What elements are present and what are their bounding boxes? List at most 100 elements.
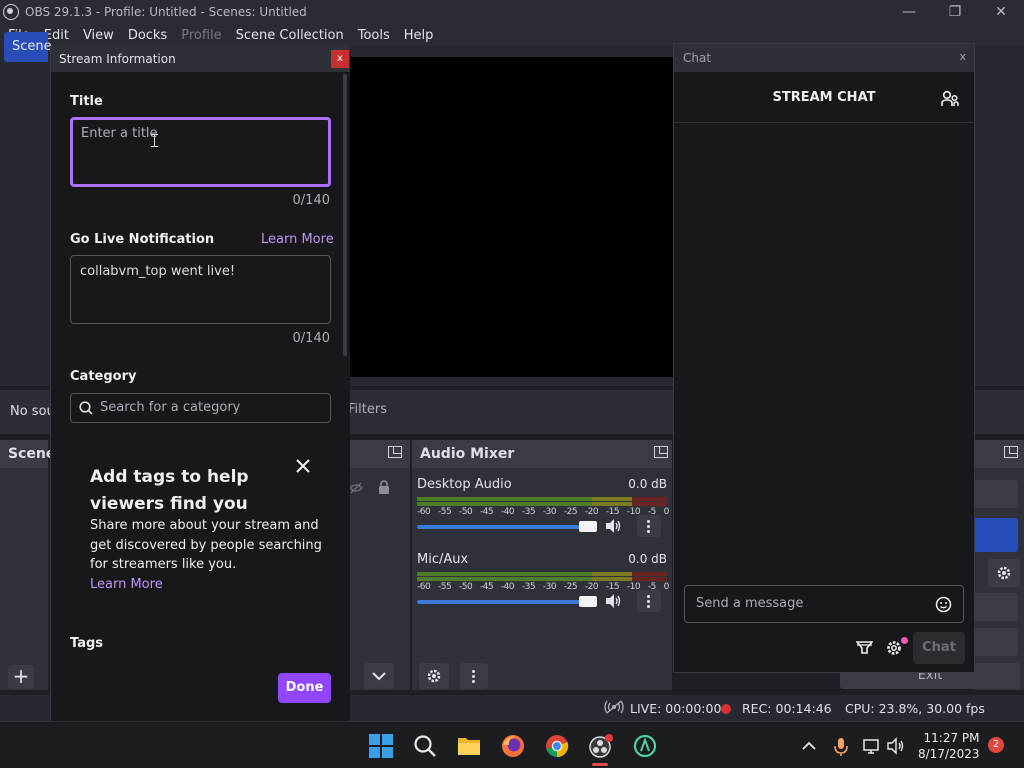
notification-label: Go Live Notification [70,232,215,247]
lock-icon[interactable] [378,480,390,494]
recording-settings-button[interactable] [988,559,1020,587]
windows-start-icon[interactable] [368,733,394,759]
filters-button[interactable]: Filters [348,402,387,417]
settings-badge [901,637,908,644]
start-streaming-button[interactable] [974,480,1018,508]
menu-scene-collection[interactable]: Scene Collection [236,28,344,43]
speaker-icon[interactable] [604,518,622,534]
mixer-menu-button[interactable] [460,663,488,689]
sources-float-icon[interactable] [388,446,402,458]
rec-timer: REC: 00:14:46 [742,701,832,716]
close-icon[interactable] [296,459,310,473]
notification-input[interactable]: collabvm_top went live! [70,255,331,324]
chrome-icon[interactable] [544,733,570,759]
stop-recording-button[interactable] [974,518,1018,552]
tick: -60 [417,582,431,592]
gear-icon [997,566,1011,580]
tick: -40 [500,507,515,517]
controls-float-icon[interactable] [1004,446,1018,458]
clock-time: 11:27 PM [923,731,980,745]
gear-icon [427,669,441,683]
chat-message-input[interactable]: Send a message [684,585,964,623]
chat-title-row: STREAM CHAT [674,72,974,123]
volume-slider[interactable] [417,600,581,604]
file-explorer-icon[interactable] [456,733,482,759]
tick: -60 [417,507,431,517]
volume-slider-handle[interactable] [579,596,597,607]
obs-logo-icon [3,4,19,20]
clock-date: 8/17/2023 [918,747,980,761]
mixer-channel-mic: Mic/Aux 0.0 dB -60 -55 -50 -45 -40 -35 -30 -25-… [417,552,669,612]
channel-menu-button[interactable] [637,515,661,537]
notification-badge[interactable]: 2 [988,737,1004,753]
channel-db: 0.0 dB [628,552,667,566]
search-icon [79,401,93,415]
broadcast-icon [604,700,624,714]
volume-slider[interactable] [417,525,581,529]
app-icon[interactable] [632,733,658,759]
virtual-camera-button[interactable] [974,593,1018,621]
scrollbar[interactable] [343,74,347,356]
category-search-input[interactable]: Search for a category [70,393,331,423]
firefox-icon[interactable] [500,733,526,759]
obs-taskbar-icon[interactable] [588,733,614,759]
title-bar: OBS 29.1.3 - Profile: Untitled - Scenes:… [0,0,1024,24]
tick: -25 [563,582,578,592]
stream-info-close-button[interactable]: x [331,50,349,68]
system-clock[interactable]: 11:27 PM 8/17/2023 [918,730,980,762]
add-scene-button[interactable]: + [8,665,34,689]
tick: -30 [542,507,557,517]
chat-send-button[interactable]: Chat [913,632,965,664]
channel-menu-button[interactable] [637,590,661,612]
title-input[interactable]: Enter a title [70,117,331,187]
menu-view[interactable]: View [83,28,114,43]
chat-close-button[interactable]: x [959,50,966,63]
scenes-dock: Scenes [0,440,64,690]
scene-list-item[interactable]: Scene [4,32,52,62]
tick: -50 [458,507,473,517]
emoji-icon[interactable] [935,596,952,613]
close-window-icon[interactable]: ✕ [978,0,1024,24]
live-timer: LIVE: 00:00:00 [630,701,722,716]
menu-tools[interactable]: Tools [358,28,390,43]
menu-help[interactable]: Help [404,28,434,43]
hidden-eye-icon[interactable] [349,482,363,494]
audio-mixer-float-icon[interactable] [654,446,668,458]
menu-profile[interactable]: Profile [181,28,221,43]
network-icon[interactable] [862,733,882,759]
chevron-up-icon[interactable] [800,733,818,759]
active-app-indicator [592,763,608,766]
community-users-icon[interactable] [941,90,959,108]
meter-ticks: -60 -55 -50 -45 -40 -35 -30 -25 -20 -15 -10 -5 0 [417,582,669,596]
maximize-icon[interactable]: ❐ [932,0,978,24]
sources-more-button[interactable] [364,663,394,689]
chevron-down-icon [372,672,386,681]
category-label: Category [70,369,137,384]
preview-canvas[interactable] [350,57,675,377]
text-cursor-icon [151,134,158,147]
chat-window-header: Chat x [674,44,974,72]
bits-icon[interactable] [856,640,873,655]
mixer-settings-button[interactable] [419,663,449,689]
studio-mode-button[interactable] [974,628,1018,656]
volume-icon[interactable] [886,733,906,759]
done-button[interactable]: Done [278,673,331,703]
tags-learn-more-link[interactable]: Learn More [90,577,163,592]
stream-info-header: Stream Information x [51,46,350,72]
search-icon[interactable] [412,733,438,759]
volume-slider-handle[interactable] [579,521,597,532]
tags-promo-text: Share more about your stream and get dis… [90,518,322,572]
mixer-channel-desktop: Desktop Audio 0.0 dB -60 -55 -50 -45 -40 -35-… [417,477,669,537]
notification-char-count: 0/140 [292,331,330,346]
window-controls: — ❐ ✕ [886,0,1024,24]
minimize-icon[interactable]: — [886,0,932,24]
chat-panel: Chat x STREAM CHAT Send a message Chat [673,43,975,673]
notification-learn-more-link[interactable]: Learn More [261,232,334,247]
tick: -55 [437,507,452,517]
tick: -50 [458,582,473,592]
tick: -40 [500,582,515,592]
menu-docks[interactable]: Docks [128,28,167,43]
speaker-icon[interactable] [604,593,622,609]
stream-info-title: Stream Information [59,52,176,66]
microphone-icon[interactable] [832,733,850,759]
